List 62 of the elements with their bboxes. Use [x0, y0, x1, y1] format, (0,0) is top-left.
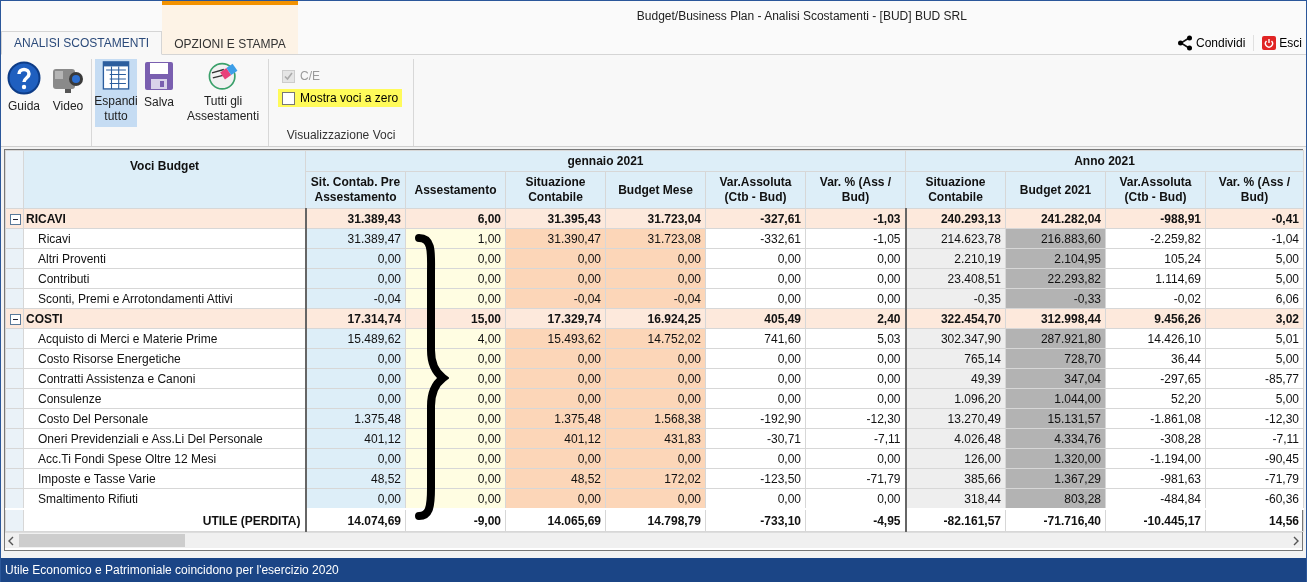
- table-cell: 2.210,19: [905, 248, 1006, 269]
- table-cell: 4.026,48: [905, 428, 1006, 449]
- table-cell: -0,35: [905, 288, 1006, 309]
- group-label: Visualizzazione Voci: [285, 128, 397, 144]
- window-title: Budget/Business Plan - Analisi Scostamenti - [BUD] BUD SRL: [636, 9, 967, 23]
- table-cell: 15.489,62: [305, 328, 406, 349]
- checkbox[interactable]: Mostra voci a zero: [278, 89, 403, 107]
- column-group-header: Anno 2021: [905, 150, 1304, 172]
- table-cell: 322.454,70: [905, 308, 1006, 329]
- table-cell: 31.389,47: [305, 228, 406, 249]
- column-header: Situazione Contabile: [505, 171, 606, 209]
- save-button[interactable]: Salva: [141, 59, 178, 127]
- share-icon: [1176, 34, 1193, 51]
- column-header: Budget 2021: [1005, 171, 1106, 209]
- status-text: Utile Economico e Patrimoniale coincidono per l'esercizio 2020: [5, 563, 339, 577]
- table-cell: 17.314,74: [305, 308, 406, 329]
- table-cell: 385,66: [905, 468, 1006, 489]
- table-cell: 0,00: [305, 368, 406, 389]
- table-cell: 0,00: [305, 448, 406, 469]
- help-icon: [7, 61, 41, 95]
- tab[interactable]: ANALISI SCOSTAMENTI: [1, 31, 163, 55]
- power-icon: [1262, 35, 1277, 50]
- column-header: Var. % (Ass / Bud): [1205, 171, 1304, 209]
- video-button[interactable]: Video: [48, 59, 88, 127]
- collapse-icon[interactable]: [10, 313, 21, 325]
- table-cell: 48,52: [305, 468, 406, 489]
- table-cell: 0,00: [305, 348, 406, 369]
- table-cell: 0,00: [305, 268, 406, 289]
- column-header: Assestamento: [405, 171, 506, 209]
- table-cell: 126,00: [905, 448, 1006, 469]
- table-cell: 0,00: [305, 248, 406, 269]
- check-icon: [284, 71, 294, 81]
- share-button[interactable]: Condividi: [1168, 34, 1255, 51]
- table-cell: 240.293,13: [905, 208, 1006, 229]
- table-cell: 1.375,48: [305, 408, 406, 429]
- scrollbar-thumb[interactable]: [19, 534, 185, 547]
- table-icon: [101, 61, 131, 90]
- tab[interactable]: OPZIONI E STAMPA: [162, 1, 298, 54]
- table-cell: 765,14: [905, 348, 1006, 369]
- table-cell: 23.408,51: [905, 268, 1006, 289]
- column-header: Voci Budget: [23, 150, 306, 209]
- column-header: Budget Mese: [605, 171, 706, 209]
- table-cell: 0,00: [305, 388, 406, 409]
- column-header: Var.Assoluta (Ctb - Bud): [1105, 171, 1206, 209]
- column-header: Var. % (Ass / Bud): [805, 171, 906, 209]
- table-cell: -0,04: [305, 288, 406, 309]
- table-cell: 214.623,78: [905, 228, 1006, 249]
- column-header: Var.Assoluta (Ctb - Bud): [705, 171, 806, 209]
- column-group-header: gennaio 2021: [305, 150, 906, 172]
- expand-button[interactable]: Espandi tutto: [95, 59, 137, 127]
- table-cell: 302.347,90: [905, 328, 1006, 349]
- collapse-icon[interactable]: [10, 213, 21, 225]
- table-cell: 1.096,20: [905, 388, 1006, 409]
- table-cell: 31.389,43: [305, 208, 406, 229]
- table-cell: 401,12: [305, 428, 406, 449]
- column-header: Situazione Contabile: [905, 171, 1006, 209]
- help-button[interactable]: Guida: [4, 59, 44, 127]
- adjust-button[interactable]: Tutti gli Assestamenti: [181, 59, 266, 127]
- exit-button[interactable]: Esci: [1254, 35, 1304, 50]
- table-cell: 49,39: [905, 368, 1006, 389]
- table-cell: 13.270,49: [905, 408, 1006, 429]
- column-header: Sit. Contab. Pre Assestamento: [305, 171, 406, 209]
